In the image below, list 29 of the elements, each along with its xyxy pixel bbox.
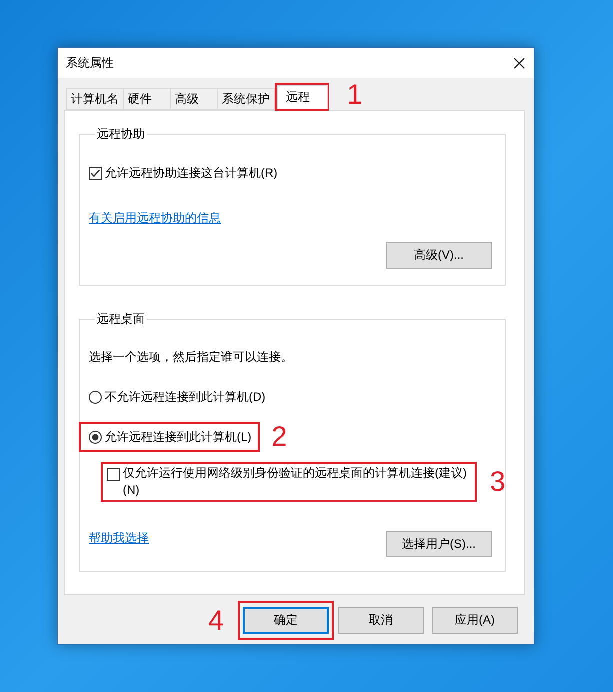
checkbox[interactable] (107, 468, 120, 481)
radio-button[interactable] (89, 390, 102, 404)
group-title: 远程协助 (96, 127, 146, 141)
tab[interactable]: 高级 (170, 88, 218, 110)
tab[interactable]: 计算机名 (66, 88, 124, 110)
group-title: 远程桌面 (96, 312, 146, 326)
close-icon[interactable] (514, 58, 525, 68)
dialog-button[interactable]: 确定 (243, 607, 329, 634)
tab[interactable]: 系统保护 (217, 88, 275, 110)
annotation-number: 1 (347, 80, 363, 110)
select-users-button[interactable]: 选择用户(S)... (386, 531, 492, 557)
annotation-number: 2 (272, 422, 288, 452)
info-link[interactable]: 有关启用远程协助的信息 (89, 211, 221, 225)
checkbox-label: 仅允许运行使用网络级别身份验证的远程桌面的计算机连接(建议)(N) (123, 465, 468, 499)
checkbox-label: 允许远程协助连接这台计算机(R) (105, 166, 278, 180)
annotation-number: 4 (208, 606, 224, 636)
help-link[interactable]: 帮助我选择 (89, 531, 149, 545)
radio-label: 允许远程连接到此计算机(L) (105, 430, 252, 444)
dialog-button[interactable]: 应用(A) (432, 607, 518, 634)
tab[interactable]: 远程 (277, 85, 328, 109)
radio-button[interactable] (89, 430, 102, 444)
tab[interactable]: 硬件 (123, 88, 171, 110)
advanced-button[interactable]: 高级(V)... (386, 242, 492, 269)
dialog-button[interactable]: 取消 (338, 607, 424, 634)
checkbox[interactable] (89, 166, 102, 180)
radio-label: 不允许远程连接到此计算机(D) (105, 390, 266, 404)
instruction-text: 选择一个选项，然后指定谁可以连接。 (89, 350, 294, 364)
annotation-number: 3 (490, 467, 506, 497)
window-title: 系统属性 (66, 56, 114, 70)
